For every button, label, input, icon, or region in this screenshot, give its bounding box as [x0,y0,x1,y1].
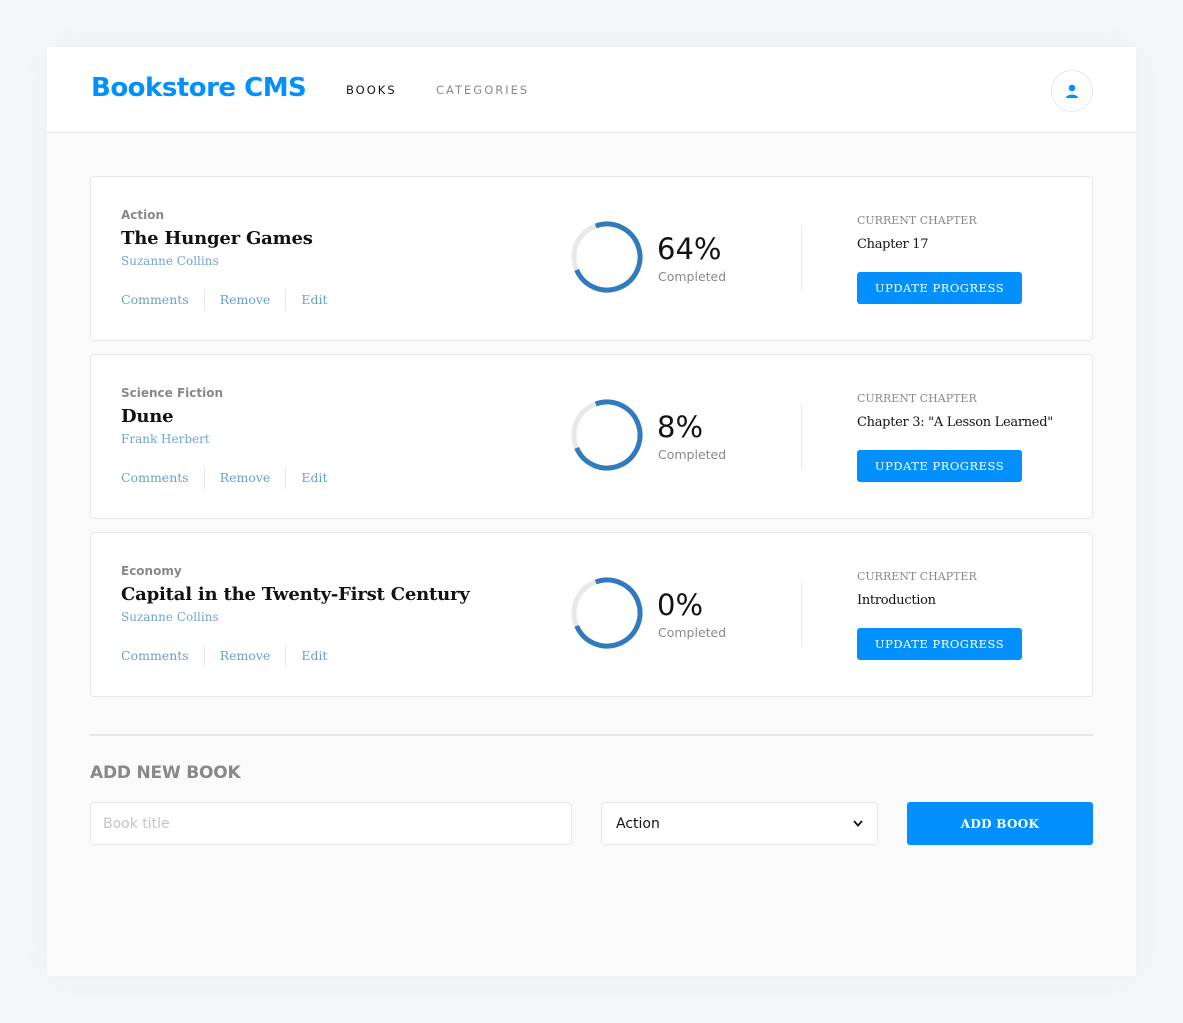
book-genre: Economy [121,564,182,578]
comments-button[interactable]: Comments [121,467,189,489]
action-divider [203,289,205,311]
book-title: Dune [121,406,174,427]
action-divider [285,645,287,667]
app-logo[interactable]: Bookstore CMS [91,73,307,103]
current-chapter: Introduction [857,593,936,608]
chevron-down-icon [853,820,863,827]
update-progress-button[interactable]: UPDATE PROGRESS [857,450,1022,482]
add-book-heading: ADD NEW BOOK [90,763,241,783]
bookstore-panel: Bookstore CMS BOOKS CATEGORIES Action Th… [47,47,1136,976]
vertical-divider [801,582,802,647]
book-title: The Hunger Games [121,228,313,249]
completed-label: Completed [658,447,727,462]
vertical-divider [801,226,802,291]
book-card: Economy Capital in the Twenty-First Cent… [90,532,1093,697]
progress-percent: 0% [657,588,704,622]
action-divider [285,289,287,311]
edit-button[interactable]: Edit [301,645,327,667]
current-chapter: Chapter 3: "A Lesson Learned" [857,415,1053,430]
header: Bookstore CMS BOOKS CATEGORIES [47,47,1136,133]
user-icon [1066,84,1078,98]
book-title: Capital in the Twenty-First Century [121,584,470,605]
edit-button[interactable]: Edit [301,467,327,489]
comments-button[interactable]: Comments [121,645,189,667]
progress-percent: 8% [657,410,704,444]
vertical-divider [801,404,802,469]
update-progress-button[interactable]: UPDATE PROGRESS [857,628,1022,660]
category-select[interactable]: Action [601,802,878,845]
book-card: Action The Hunger Games Suzanne Collins … [90,176,1093,341]
current-chapter-label: CURRENT CHAPTER [857,392,977,405]
book-card: Science Fiction Dune Frank Herbert Comme… [90,354,1093,519]
book-actions: Comments Remove Edit [121,289,328,311]
completed-label: Completed [658,625,727,640]
remove-button[interactable]: Remove [220,289,271,311]
remove-button[interactable]: Remove [220,645,271,667]
remove-button[interactable]: Remove [220,467,271,489]
comments-button[interactable]: Comments [121,289,189,311]
book-author[interactable]: Suzanne Collins [121,610,219,624]
nav-books[interactable]: BOOKS [346,83,397,97]
book-actions: Comments Remove Edit [121,645,328,667]
add-book-button[interactable]: ADD BOOK [907,802,1093,845]
user-button[interactable] [1051,70,1093,112]
book-genre: Action [121,208,165,222]
current-chapter-label: CURRENT CHAPTER [857,214,977,227]
progress-percent: 64% [657,232,722,266]
completed-label: Completed [658,269,727,284]
update-progress-button[interactable]: UPDATE PROGRESS [857,272,1022,304]
progress-ring [571,577,643,649]
action-divider [203,467,205,489]
progress-arc [571,577,643,649]
book-author[interactable]: Frank Herbert [121,432,210,446]
book-author[interactable]: Suzanne Collins [121,254,219,268]
book-title-input[interactable] [90,802,572,845]
progress-ring [571,399,643,471]
progress-arc [571,399,643,471]
book-genre: Science Fiction [121,386,224,400]
edit-button[interactable]: Edit [301,289,327,311]
nav-categories[interactable]: CATEGORIES [436,83,529,97]
book-actions: Comments Remove Edit [121,467,328,489]
category-selected-value: Action [616,815,660,832]
action-divider [285,467,287,489]
current-chapter: Chapter 17 [857,237,929,252]
progress-ring [571,221,643,293]
progress-arc [571,221,643,293]
action-divider [203,645,205,667]
current-chapter-label: CURRENT CHAPTER [857,570,977,583]
section-divider [90,734,1093,736]
